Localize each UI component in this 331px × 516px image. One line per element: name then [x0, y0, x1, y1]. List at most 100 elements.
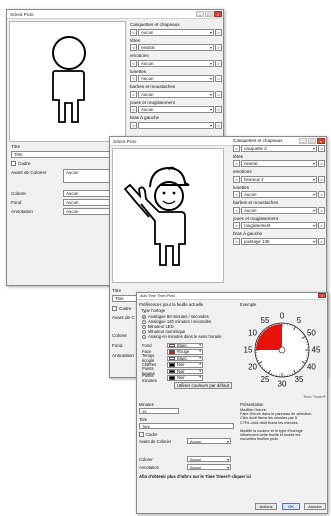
prev-option-button[interactable]: <: [233, 237, 240, 245]
next-option-button[interactable]: >: [215, 28, 222, 36]
maximize-button[interactable]: □: [205, 11, 213, 17]
option-select[interactable]: Aucun ▾: [138, 28, 214, 36]
color-select[interactable]: Rouge ▾: [167, 349, 203, 355]
option-select[interactable]: neutral ▾: [138, 44, 214, 51]
cadre-checkbox[interactable]: Cadre: [139, 432, 157, 437]
next-option-button[interactable]: >: [318, 144, 325, 152]
auto-time-timer-window: Auto Time Timer Picto × Préférences pour…: [136, 292, 328, 514]
option-row: < rougissement ▾ >: [233, 222, 325, 230]
next-option-button[interactable]: >: [215, 44, 222, 51]
option-select[interactable]: Aucun ▾: [241, 191, 317, 198]
radio-dot[interactable]: [142, 329, 146, 334]
checkbox-box[interactable]: [139, 432, 144, 437]
next-option-button[interactable]: >: [318, 222, 325, 229]
clock-type-radio[interactable]: Analog en minutes dans le sens horaire: [142, 334, 237, 339]
colorer-select[interactable]: Aucun ▾: [187, 456, 231, 462]
title-bar[interactable]: Auto Time Timer Picto ×: [137, 293, 327, 300]
close-button[interactable]: ×: [214, 11, 222, 17]
chevron-down-icon: ▾: [199, 355, 201, 360]
radio-dot[interactable]: [142, 314, 146, 319]
prev-option-button[interactable]: <: [130, 106, 137, 113]
prev-option-button[interactable]: <: [233, 160, 240, 167]
prev-option-button[interactable]: <: [233, 206, 240, 214]
option-row: < neutral ▾ >: [233, 160, 325, 168]
option-select[interactable]: casquette 2 ▾: [241, 144, 317, 152]
prev-option-button[interactable]: <: [130, 90, 137, 98]
chevron-down-icon: ▾: [312, 161, 315, 166]
colorer-label: Colorer: [139, 457, 153, 462]
next-option-button[interactable]: >: [318, 206, 325, 214]
minutes-input[interactable]: 15: [139, 408, 179, 414]
window-title: Sclera Picto: [10, 12, 34, 17]
picto-canvas[interactable]: [9, 21, 126, 142]
color-name: Noir: [177, 375, 185, 381]
titre-input[interactable]: Titre: [139, 423, 234, 429]
option-row: < Aucun ▾ >: [233, 206, 325, 214]
option-select[interactable]: pointage 135 ▾: [241, 237, 317, 245]
titre-input[interactable]: Titre: [11, 151, 121, 158]
prev-option-button[interactable]: <: [130, 121, 137, 129]
time-timer-info-link[interactable]: Afin d'obtenir plus d'info's sur le Time…: [139, 474, 251, 479]
option-select[interactable]: Aucun ▾: [138, 75, 214, 82]
next-option-button[interactable]: >: [318, 237, 325, 245]
color-select[interactable]: Noir ▾: [167, 368, 203, 374]
cadre-checkbox[interactable]: Cadre: [112, 306, 132, 311]
chevron-down-icon: ▾: [209, 60, 212, 66]
next-option-button[interactable]: >: [215, 59, 222, 67]
option-select[interactable]: ▾: [138, 121, 214, 129]
cadre-label: Cadre: [18, 161, 31, 166]
default-colors-button[interactable]: Utiliser couleurs par défaut: [174, 382, 232, 389]
prev-option-button[interactable]: <: [130, 28, 137, 36]
next-option-button[interactable]: >: [318, 191, 325, 198]
option-select[interactable]: Aucun ▾: [138, 106, 214, 113]
option-select[interactable]: Aucun ▾: [241, 206, 317, 214]
actions-button[interactable]: Actions: [255, 503, 277, 510]
cancel-button[interactable]: Annuler: [304, 503, 326, 510]
option-select[interactable]: Aucun ▾: [138, 59, 214, 67]
checkbox-box[interactable]: [112, 306, 117, 311]
chevron-down-icon: ▾: [209, 45, 212, 50]
prev-option-button[interactable]: <: [130, 75, 137, 82]
next-option-button[interactable]: >: [318, 160, 325, 167]
window-controls: – □ ×: [196, 11, 222, 17]
radio-dot[interactable]: [142, 319, 146, 324]
radio-dot[interactable]: [142, 334, 146, 339]
avant-colorier-select[interactable]: Aucun ▾: [187, 438, 231, 444]
next-option-button[interactable]: >: [215, 106, 222, 113]
avant-colorier-label: Avant de C: [112, 315, 135, 320]
color-select[interactable]: Blanc ▾: [167, 355, 203, 361]
picto-canvas[interactable]: [112, 148, 224, 283]
prev-option-button[interactable]: <: [233, 222, 240, 229]
radio-dot[interactable]: [142, 324, 146, 329]
next-option-button[interactable]: >: [318, 175, 325, 183]
annotation-select[interactable]: Aucun ▾: [187, 464, 231, 470]
prev-option-button[interactable]: <: [233, 191, 240, 198]
chevron-down-icon: ▾: [199, 362, 201, 366]
close-button[interactable]: ×: [318, 293, 326, 298]
option-select[interactable]: Aucun ▾: [138, 90, 214, 98]
prev-option-button[interactable]: <: [130, 44, 137, 51]
option-select[interactable]: heureux 2 ▾: [241, 175, 317, 183]
chevron-down-icon: ▾: [209, 76, 212, 81]
prev-option-button[interactable]: <: [233, 175, 240, 183]
time-timer-brand: Time Timer®: [303, 394, 326, 399]
next-option-button[interactable]: >: [215, 75, 222, 82]
color-select[interactable]: Noir ▾: [167, 375, 203, 381]
chevron-down-icon: ▾: [209, 29, 212, 35]
minimize-button[interactable]: –: [196, 11, 204, 17]
next-option-button[interactable]: >: [215, 121, 222, 129]
pointing-figure-image: [123, 166, 190, 266]
option-select[interactable]: neutral ▾: [241, 160, 317, 167]
ok-button[interactable]: OK: [282, 503, 300, 510]
cadre-checkbox[interactable]: Cadre: [11, 161, 31, 166]
color-select[interactable]: Blanc ▾: [167, 342, 203, 348]
title-bar[interactable]: Sclera Picto – □ ×: [7, 10, 223, 19]
next-option-button[interactable]: >: [215, 90, 222, 98]
option-group: barbes et moustaches < Aucun ▾ >: [233, 200, 325, 214]
option-select[interactable]: rougissement ▾: [241, 222, 317, 229]
prev-option-button[interactable]: <: [130, 59, 137, 67]
prev-option-button[interactable]: <: [233, 144, 240, 152]
option-group: emotions < heureux 2 ▾ >: [233, 169, 325, 183]
color-select[interactable]: Noir ▾: [167, 362, 203, 368]
checkbox-box[interactable]: [11, 161, 16, 166]
